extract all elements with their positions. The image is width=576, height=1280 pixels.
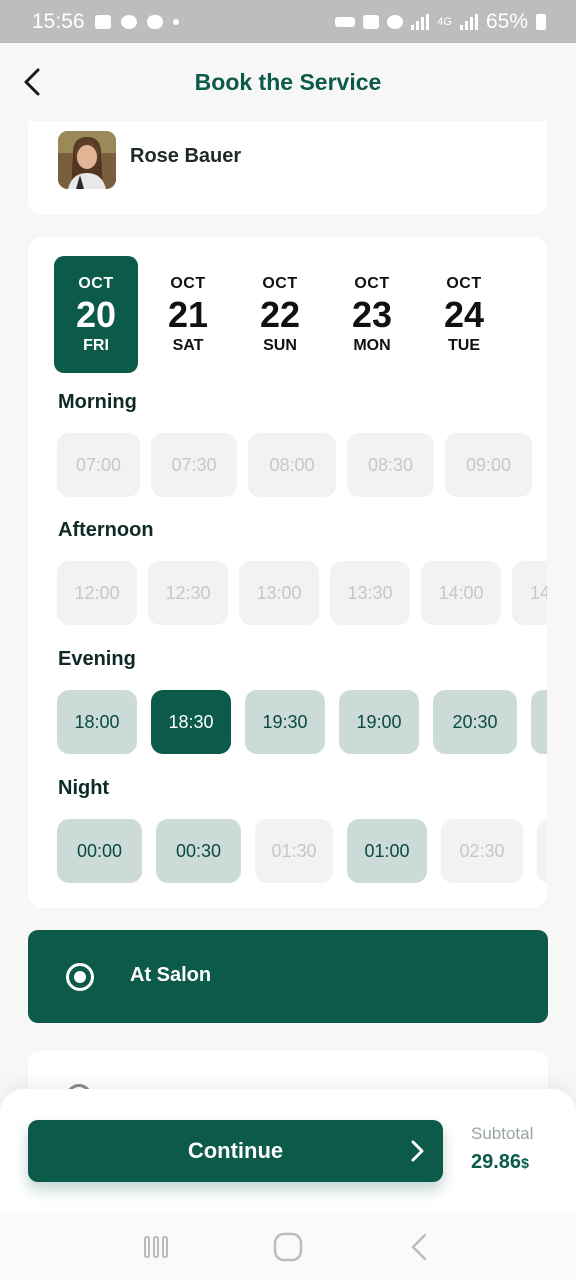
subtotal-value: 29.86 [471, 1151, 522, 1173]
time-slot[interactable]: 20:30 [433, 690, 517, 754]
date-weekday: TUE [448, 336, 480, 354]
gallery-icon [94, 14, 111, 29]
chat-icon [120, 14, 137, 29]
time-slot: 14:00 [421, 561, 501, 625]
date-day: 24 [443, 293, 485, 335]
date-month: OCT [446, 274, 482, 292]
stylist-name: Rose Bauer [130, 145, 242, 167]
time-slot[interactable]: 19:30 [245, 690, 325, 754]
section-title-evening: Evening [58, 648, 136, 670]
date-month: OCT [262, 274, 298, 292]
time-slot: 07:00 [57, 433, 140, 497]
time-slot: 01:30 [255, 819, 333, 883]
date-month: OCT [170, 274, 206, 292]
booking-card: OCT 20 FRI OCT 21 SAT OCT 22 SUN OCT 23 … [28, 237, 547, 908]
home-alert-icon [363, 14, 380, 29]
time-slot: 12:30 [148, 561, 228, 625]
time-slot: 08:30 [347, 433, 434, 497]
checkout-bar: Continue Subtotal 29.86$ [0, 1089, 576, 1213]
date-selector: OCT 20 FRI OCT 21 SAT OCT 22 SUN OCT 23 … [54, 256, 514, 373]
cloud-icon [146, 14, 163, 29]
time-slot[interactable]: 18:00 [57, 690, 137, 754]
date-chip-3[interactable]: OCT 23 MON [330, 256, 414, 373]
date-chip-2[interactable]: OCT 22 SUN [238, 256, 322, 373]
battery-percent: 65% [485, 9, 528, 33]
status-bar: 15:56 4G 65% [0, 0, 576, 43]
currency-symbol: $ [521, 1155, 529, 1171]
date-day: 23 [351, 293, 393, 335]
evening-slots: 18:00 18:30 19:30 19:00 20:30 [57, 690, 547, 754]
night-slots: 00:00 00:30 01:30 01:00 02:30 [57, 819, 547, 883]
time-slot: 14 [512, 561, 547, 625]
date-month: OCT [78, 274, 114, 292]
time-slot: 13:00 [239, 561, 319, 625]
home-icon[interactable] [271, 1230, 305, 1264]
date-chip-0[interactable]: OCT 20 FRI [54, 256, 138, 373]
chevron-left-icon[interactable] [20, 65, 50, 99]
battery-icon [536, 13, 546, 30]
network-type: 4G [437, 15, 452, 28]
option-at-salon[interactable]: At Salon [28, 930, 548, 1023]
time-slot: 02:30 [441, 819, 523, 883]
avatar [58, 131, 116, 189]
notification-dot-icon [172, 18, 179, 25]
afternoon-slots: 12:00 12:30 13:00 13:30 14:00 14 [57, 561, 547, 625]
date-weekday: MON [353, 336, 391, 354]
subtotal-label: Subtotal [471, 1124, 534, 1143]
key-icon [335, 16, 356, 27]
recent-apps-icon[interactable] [139, 1230, 173, 1264]
time-slot[interactable]: 00:00 [57, 819, 142, 883]
back-nav-icon[interactable] [403, 1230, 437, 1264]
time-slot: 07:30 [151, 433, 237, 497]
stylist-card: Rose Bauer [28, 121, 547, 215]
time-slot-partial[interactable] [531, 690, 547, 754]
continue-button[interactable]: Continue [28, 1120, 443, 1182]
date-day: 22 [259, 293, 301, 335]
app-header: Book the Service [0, 43, 576, 121]
time-slot[interactable]: 00:30 [156, 819, 241, 883]
section-title-night: Night [58, 777, 110, 799]
alarm-icon [387, 14, 404, 29]
date-weekday: SUN [263, 336, 297, 354]
subtotal-amount: 29.86$ [471, 1151, 529, 1174]
time-slot: 12:00 [57, 561, 137, 625]
time-slot[interactable]: 19:00 [339, 690, 419, 754]
continue-label: Continue [187, 1138, 284, 1163]
time-slot: 13:30 [330, 561, 410, 625]
time-slot-partial [537, 819, 547, 883]
date-chip-4[interactable]: OCT 24 TUE [422, 256, 506, 373]
date-weekday: SAT [172, 336, 204, 354]
time-slot: 08:00 [248, 433, 336, 497]
morning-slots: 07:00 07:30 08:00 08:30 09:00 [57, 433, 532, 497]
time-slot[interactable]: 01:00 [347, 819, 427, 883]
signal-icon-2 [459, 13, 478, 30]
radio-selected-icon[interactable] [66, 963, 94, 991]
date-weekday: FRI [83, 336, 109, 354]
date-month: OCT [354, 274, 390, 292]
time-slot: 09:00 [445, 433, 532, 497]
signal-icon [411, 13, 430, 30]
status-time: 15:56 [32, 9, 85, 33]
date-chip-1[interactable]: OCT 21 SAT [146, 256, 230, 373]
date-day: 21 [167, 293, 209, 335]
option-label: At Salon [130, 964, 212, 986]
section-title-morning: Morning [58, 391, 137, 413]
page-title: Book the Service [194, 68, 382, 95]
system-nav-bar [0, 1213, 576, 1280]
date-day: 20 [75, 293, 117, 335]
chevron-right-icon [411, 1140, 424, 1162]
section-title-afternoon: Afternoon [58, 519, 154, 541]
time-slot-selected[interactable]: 18:30 [151, 690, 231, 754]
